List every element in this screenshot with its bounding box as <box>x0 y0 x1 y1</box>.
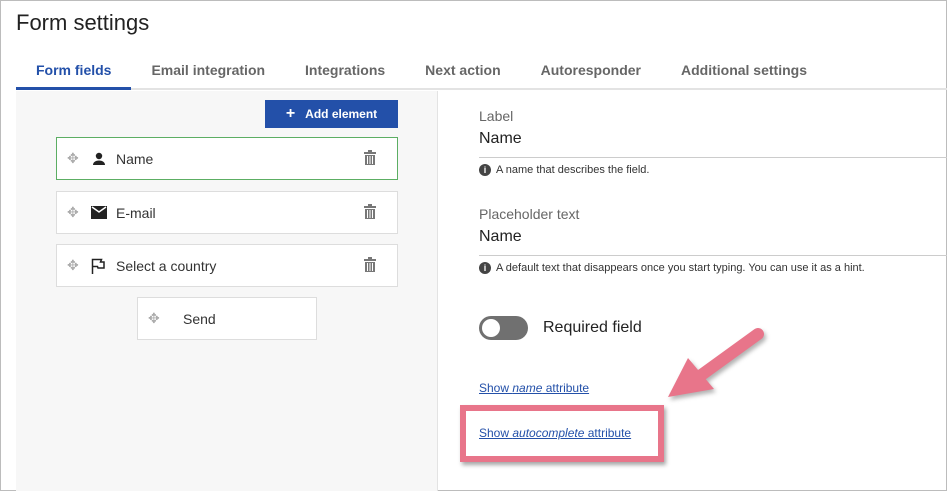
annotation-arrow-icon <box>668 328 764 397</box>
